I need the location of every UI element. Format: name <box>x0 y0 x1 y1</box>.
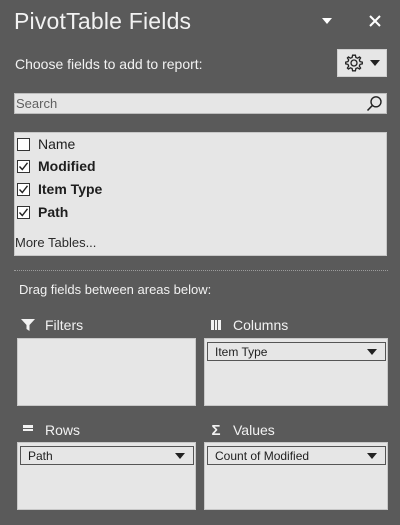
field-label: Name <box>38 136 76 152</box>
dropdown-arrow-icon[interactable] <box>175 452 185 459</box>
checkmark-icon <box>18 161 29 171</box>
close-icon <box>369 15 381 27</box>
filter-icon <box>20 317 36 333</box>
rows-drop-area[interactable]: Path <box>17 442 196 510</box>
pane-title: PivotTable Fields <box>14 8 192 34</box>
search-input[interactable] <box>15 94 360 113</box>
field-item-modified[interactable]: Modified <box>17 156 377 176</box>
task-pane-options-button[interactable] <box>320 12 334 30</box>
more-tables-link[interactable]: More Tables... <box>15 235 96 250</box>
values-header: Σ Values <box>208 421 275 439</box>
drag-fields-label: Drag fields between areas below: <box>19 282 212 297</box>
search-box <box>14 93 387 114</box>
field-checkbox-modified[interactable] <box>17 159 30 173</box>
pill-label: Path <box>28 448 53 463</box>
field-list: Name Modified Item Type Path More Tables… <box>14 132 387 256</box>
field-label: Path <box>38 204 69 220</box>
filters-label: Filters <box>45 317 84 333</box>
field-item-path[interactable]: Path <box>17 202 377 222</box>
triangle-down-icon <box>322 18 332 24</box>
search-icon[interactable] <box>366 95 383 112</box>
pill-label: Item Type <box>215 344 268 359</box>
columns-label: Columns <box>233 317 289 333</box>
choose-fields-label: Choose fields to add to report: <box>15 56 203 72</box>
columns-icon <box>208 317 224 333</box>
columns-header: Columns <box>208 317 288 333</box>
filters-drop-area[interactable] <box>17 338 196 406</box>
columns-drop-area[interactable]: Item Type <box>204 338 388 406</box>
divider <box>14 270 388 271</box>
gear-icon <box>345 54 363 72</box>
values-field-count-of-modified[interactable]: Count of Modified <box>207 446 386 465</box>
rows-field-path[interactable]: Path <box>20 446 194 465</box>
dropdown-arrow-icon[interactable] <box>367 348 377 355</box>
checkmark-icon <box>18 207 29 217</box>
values-label: Values <box>233 422 275 438</box>
field-checkbox-name[interactable] <box>17 137 30 151</box>
field-label: Item Type <box>38 181 103 197</box>
values-drop-area[interactable]: Count of Modified <box>204 442 388 510</box>
field-checkbox-path[interactable] <box>17 205 30 219</box>
chevron-down-icon <box>370 60 380 66</box>
field-item-item-type[interactable]: Item Type <box>17 179 377 199</box>
sigma-icon: Σ <box>211 421 221 439</box>
close-button[interactable] <box>366 11 384 31</box>
field-list-settings-button[interactable] <box>337 49 387 77</box>
field-label: Modified <box>38 158 96 174</box>
pill-label: Count of Modified <box>215 448 310 463</box>
rows-icon <box>20 422 36 438</box>
rows-header: Rows <box>20 422 80 438</box>
field-item-name[interactable]: Name <box>17 134 377 154</box>
dropdown-arrow-icon[interactable] <box>367 452 377 459</box>
filters-header: Filters <box>20 317 83 333</box>
columns-field-item-type[interactable]: Item Type <box>207 342 386 361</box>
checkmark-icon <box>18 184 29 194</box>
field-checkbox-item-type[interactable] <box>17 182 30 196</box>
rows-label: Rows <box>45 422 81 438</box>
